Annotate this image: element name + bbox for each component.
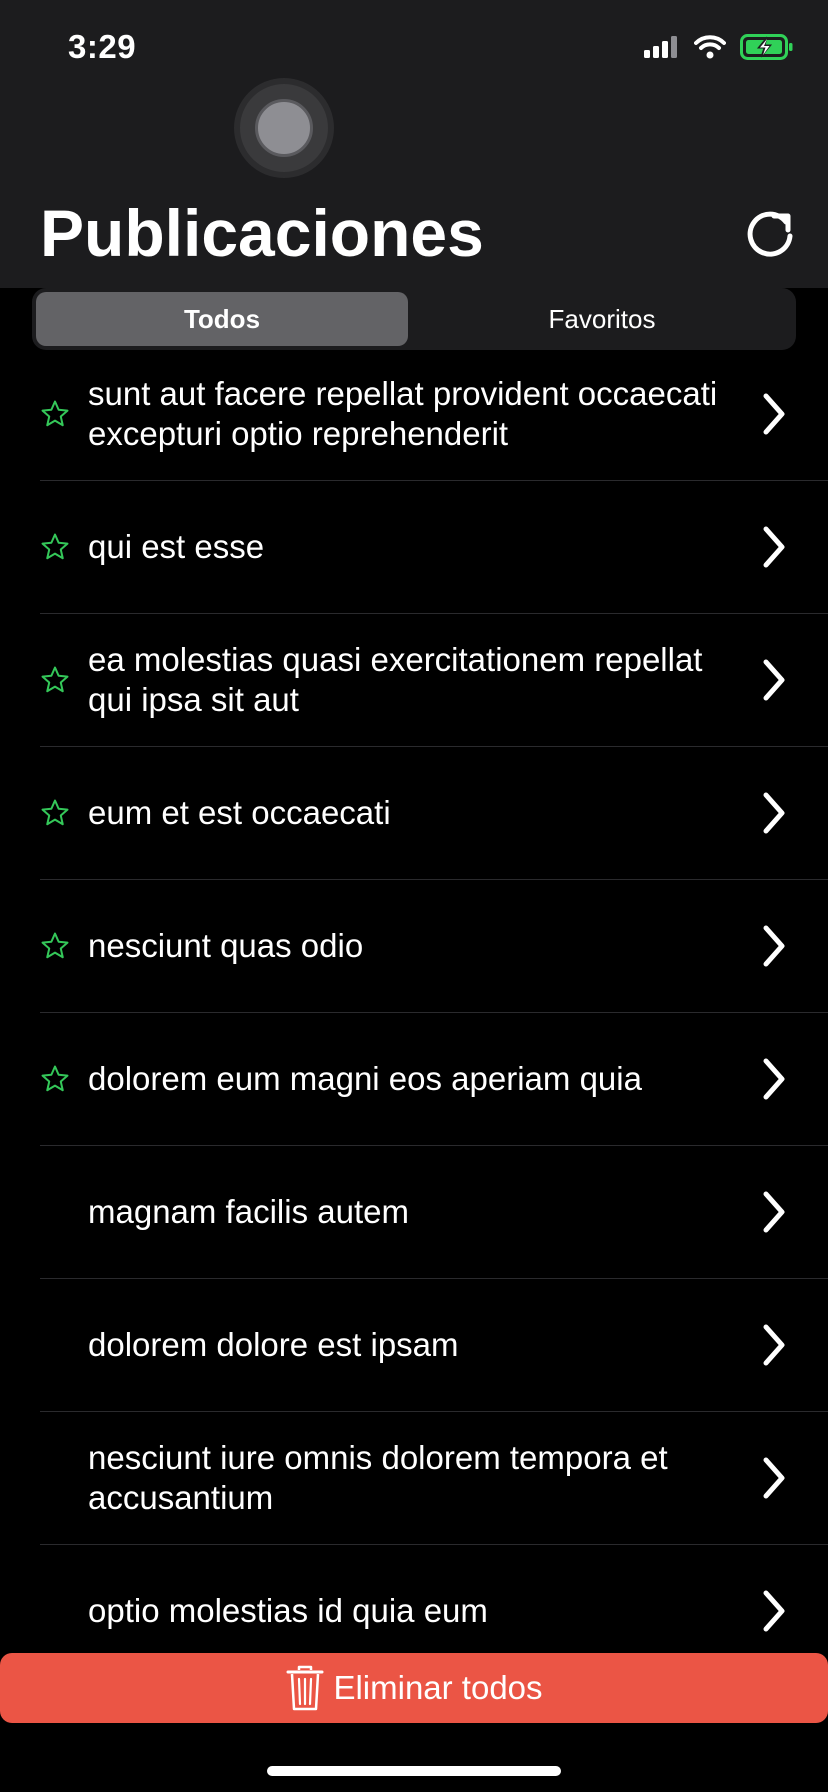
chevron-right-icon [763, 393, 785, 435]
post-title: magnam facilis autem [88, 1193, 409, 1230]
chevron-right-icon [763, 1324, 785, 1366]
star-icon[interactable] [40, 798, 70, 828]
post-title: qui est esse [88, 528, 265, 565]
page-title: Publicaciones [40, 196, 484, 270]
chevron-right-icon [763, 1590, 785, 1632]
post-title: ea molestias quasi exercitationem repell… [88, 641, 703, 718]
chevron-right-icon [763, 925, 785, 967]
star-icon[interactable] [40, 399, 70, 429]
chevron-right-icon [763, 659, 785, 701]
segmented-control: Todos Favoritos [32, 288, 796, 350]
delete-all-button[interactable]: Eliminar todos [0, 1653, 828, 1723]
assistive-touch-button[interactable] [240, 84, 328, 172]
refresh-icon[interactable] [742, 206, 798, 262]
segment-all[interactable]: Todos [36, 292, 408, 346]
chevron-right-icon [763, 1058, 785, 1100]
post-title: nesciunt quas odio [88, 927, 364, 964]
list-item[interactable]: nesciunt iure omnis dolorem tempora et a… [40, 1412, 828, 1545]
trash-icon [286, 1665, 324, 1711]
battery-charging-icon [740, 34, 793, 60]
status-time: 3:29 [68, 28, 137, 65]
chevron-right-icon [763, 1191, 785, 1233]
list-item[interactable]: dolorem eum magni eos aperiam quia [40, 1013, 828, 1146]
post-title: nesciunt iure omnis dolorem tempora et a… [88, 1439, 668, 1516]
post-title: eum et est occaecati [88, 794, 391, 831]
post-title: optio molestias id quia eum [88, 1592, 488, 1629]
delete-all-label: Eliminar todos [333, 1669, 543, 1706]
post-title: sunt aut facere repellat provident occae… [88, 375, 718, 452]
list-item[interactable]: qui est esse [40, 481, 828, 614]
list-item[interactable]: dolorem dolore est ipsam [40, 1279, 828, 1412]
segment-favorites[interactable]: Favoritos [412, 292, 792, 346]
home-indicator[interactable] [267, 1766, 561, 1776]
chevron-right-icon [763, 1457, 785, 1499]
list-item[interactable]: sunt aut facere repellat provident occae… [40, 348, 828, 481]
post-title: dolorem eum magni eos aperiam quia [88, 1060, 642, 1097]
star-icon[interactable] [40, 532, 70, 562]
star-icon[interactable] [40, 931, 70, 961]
list-item[interactable]: eum et est occaecati [40, 747, 828, 880]
post-title: dolorem dolore est ipsam [88, 1326, 459, 1363]
chevron-right-icon [763, 792, 785, 834]
cellular-signal-icon [644, 36, 677, 58]
chevron-right-icon [763, 526, 785, 568]
header: 3:29 Publicaciones [0, 0, 828, 288]
posts-list: sunt aut facere repellat provident occae… [0, 348, 828, 1678]
star-icon[interactable] [40, 1064, 70, 1094]
list-item[interactable]: ea molestias quasi exercitationem repell… [40, 614, 828, 747]
list-item[interactable]: magnam facilis autem [40, 1146, 828, 1279]
star-icon[interactable] [40, 665, 70, 695]
wifi-icon [694, 35, 726, 59]
status-icons [644, 34, 794, 60]
list-item[interactable]: nesciunt quas odio [40, 880, 828, 1013]
